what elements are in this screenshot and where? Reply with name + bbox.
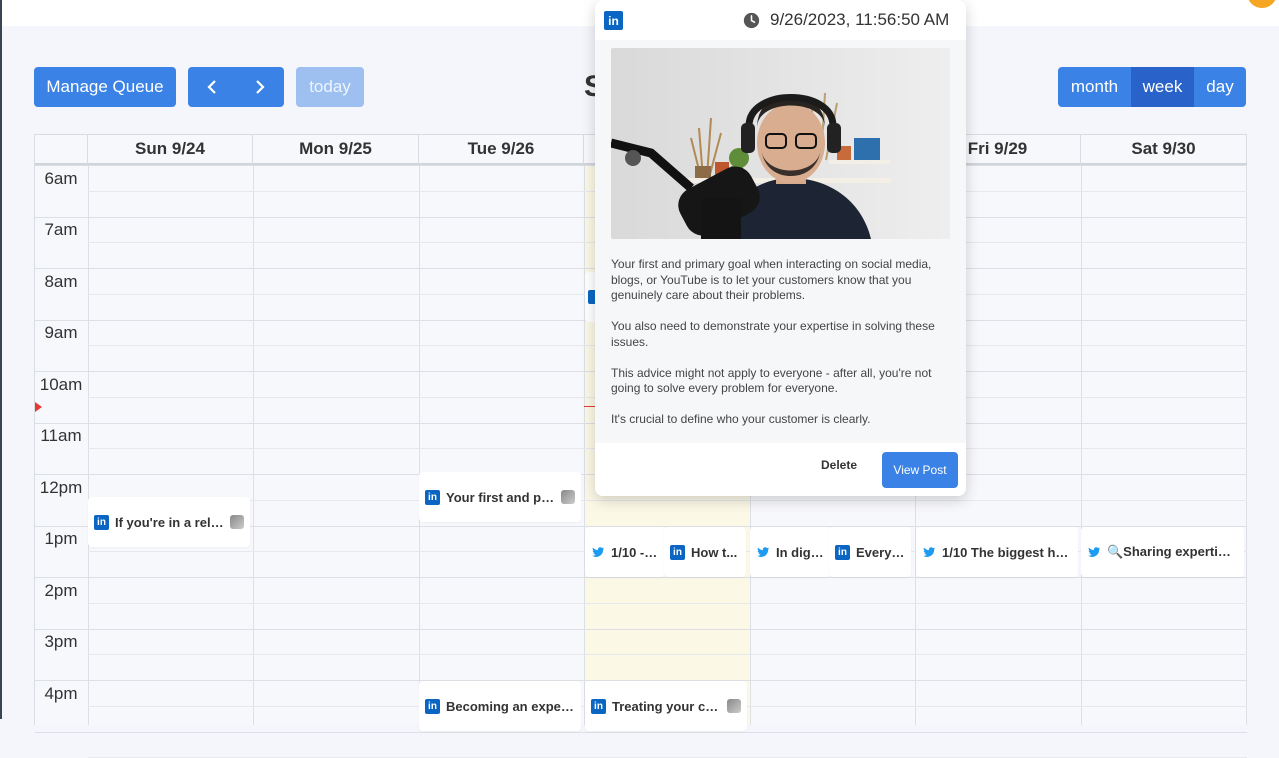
twitter-icon [592, 547, 605, 557]
linkedin-icon: in [604, 11, 623, 30]
avatar [727, 699, 741, 713]
now-indicator-arrow [35, 402, 42, 412]
grid-column-line [1246, 165, 1247, 725]
time-label-3pm: 3pm [44, 632, 78, 651]
post-video-thumbnail[interactable] [611, 48, 950, 239]
time-label-4pm: 4pm [44, 684, 78, 703]
post-paragraph: You also need to demonstrate your expert… [611, 319, 935, 349]
post-datetime: 9/26/2023, 11:56:50 AM [770, 10, 950, 29]
post-preview-popup: in 9/26/2023, 11:56:50 AM Your first and… [595, 0, 966, 496]
grid-column-line [1081, 165, 1082, 725]
popup-header: in 9/26/2023, 11:56:50 AM [595, 0, 966, 40]
linkedin-icon: in [425, 489, 440, 505]
event-wed-1pm-b[interactable]: in How t... [664, 527, 746, 577]
time-label-12pm: 12pm [39, 478, 83, 497]
event-title: Your first and pri... [446, 489, 557, 505]
time-label-8am: 8am [44, 272, 78, 291]
linkedin-icon: in [835, 544, 850, 560]
event-title: Treating your ca... [612, 698, 723, 714]
event-title: 1/10 The biggest hu... [942, 544, 1072, 560]
time-label-7am: 7am [44, 220, 78, 239]
grid-half-hour-line [88, 603, 1247, 604]
linkedin-icon: in [591, 698, 606, 714]
avatar [230, 515, 244, 529]
event-fri-1pm[interactable]: 1/10 The biggest hu... [916, 527, 1078, 577]
event-thu-1pm-a[interactable]: In digi... [750, 527, 830, 577]
time-label-10am: 10am [39, 375, 83, 394]
manage-queue-button[interactable]: Manage Queue [34, 67, 176, 107]
column-header-sat[interactable]: Sat 9/30 [1081, 135, 1247, 165]
linkedin-icon: in [425, 698, 440, 714]
time-gutter-header [35, 135, 88, 165]
post-paragraph: This advice might not apply to everyone … [611, 365, 932, 396]
twitter-icon [1088, 547, 1101, 557]
time-label-2pm: 2pm [44, 581, 78, 600]
view-switcher: month week day [1058, 67, 1246, 107]
event-tue-4pm[interactable]: in Becoming an exper... [419, 681, 581, 731]
twitter-icon [757, 547, 770, 557]
post-paragraph: Your first and primary goal when interac… [611, 257, 932, 302]
window-edge [0, 0, 2, 719]
grid-half-hour-line [88, 654, 1247, 655]
prev-next-group [188, 67, 284, 107]
next-button[interactable] [236, 67, 284, 107]
chevron-left-icon [207, 80, 216, 94]
view-day-button[interactable]: day [1194, 67, 1246, 107]
view-week-button[interactable]: week [1131, 67, 1194, 107]
grid-column-line [419, 165, 420, 725]
event-title: Becoming an exper... [446, 698, 575, 714]
column-header-mon[interactable]: Mon 9/25 [253, 135, 419, 165]
post-body: Your first and primary goal when interac… [611, 257, 956, 443]
grid-hour-line [35, 577, 1247, 578]
event-title: 🔍Sharing expertise... [1107, 544, 1238, 559]
grid-hour-line [35, 629, 1247, 630]
event-wed-1pm-a[interactable]: 1/10 - I... [585, 527, 665, 577]
twitter-icon [923, 547, 936, 557]
event-title: In digi... [776, 544, 824, 560]
view-post-button[interactable]: View Post [882, 452, 958, 488]
event-title: If you're in a relat... [115, 514, 226, 530]
time-label-11am: 11am [40, 426, 82, 445]
event-tue-noon[interactable]: in Your first and pri... [419, 472, 581, 522]
event-thu-1pm-b[interactable]: in Every ... [829, 527, 911, 577]
chevron-right-icon [256, 80, 265, 94]
time-label-1pm: 1pm [44, 529, 78, 548]
linkedin-icon: in [670, 544, 685, 560]
event-wed-4pm[interactable]: in Treating your ca... [585, 681, 747, 731]
grid-column-line [88, 165, 89, 725]
prev-button[interactable] [188, 67, 236, 107]
event-sun-noon[interactable]: in If you're in a relat... [88, 497, 250, 547]
clock-icon [743, 12, 760, 29]
event-title: How t... [691, 544, 738, 560]
event-title: 1/10 - I... [611, 544, 659, 560]
time-label-9am: 9am [44, 323, 78, 342]
popup-footer: Delete View Post [595, 443, 966, 496]
grid-column-line [253, 165, 254, 725]
today-button[interactable]: today [296, 67, 364, 107]
linkedin-icon: in [94, 514, 109, 530]
view-month-button[interactable]: month [1058, 67, 1131, 107]
post-paragraph: It's crucial to define who your customer… [611, 412, 871, 426]
grid-half-hour-line [88, 500, 1247, 501]
grid-hour-line [35, 732, 1247, 733]
event-title: Every ... [856, 544, 905, 560]
grid-column-line [584, 165, 585, 725]
delete-button[interactable]: Delete [815, 457, 863, 473]
time-label-6am: 6am [44, 169, 78, 188]
column-header-sun[interactable]: Sun 9/24 [88, 135, 253, 165]
event-sat-1pm[interactable]: 🔍Sharing expertise... [1081, 527, 1244, 577]
column-header-tue[interactable]: Tue 9/26 [419, 135, 584, 165]
avatar [561, 490, 575, 504]
